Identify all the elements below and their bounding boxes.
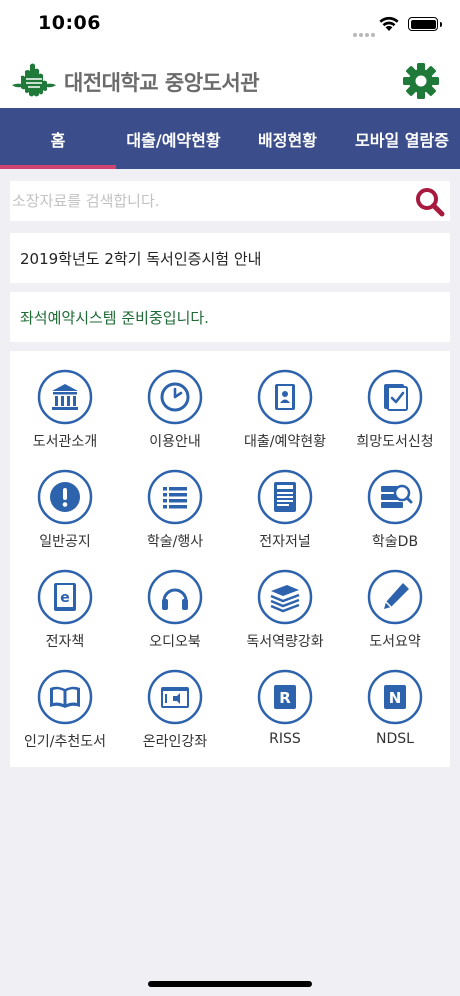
menu-riss[interactable]: R RISS <box>230 651 340 751</box>
menu-ebook[interactable]: e 전자책 <box>10 551 120 651</box>
ndsl-icon: N <box>367 669 423 725</box>
book-check-icon <box>367 369 423 425</box>
pen-icon <box>367 569 423 625</box>
wifi-icon <box>379 16 399 31</box>
menu-e-journal[interactable]: 전자저널 <box>230 451 340 551</box>
menu-label: 학술DB <box>371 534 419 550</box>
menu-usage-guide[interactable]: 이용안내 <box>120 351 230 451</box>
menu-label: 희망도서신청 <box>356 434 434 450</box>
menu-ndsl[interactable]: N NDSL <box>340 651 450 751</box>
app-title: 대전대학교 중앙도서관 <box>64 71 260 95</box>
menu-library-intro[interactable]: 도서관소개 <box>10 351 120 451</box>
ndsl-badge-letter: N <box>389 689 402 707</box>
ebook-icon: e <box>37 569 93 625</box>
menu-audiobook[interactable]: 오디오북 <box>120 551 230 651</box>
menu-grid: 도서관소개 이용안내 대출/예약현황 희망도서신청 일반공지 학술/행사 전자저… <box>10 351 450 767</box>
menu-popular-books[interactable]: 인기/추천도서 <box>10 651 120 751</box>
gear-icon[interactable] <box>402 62 440 100</box>
menu-label: 전자저널 <box>259 534 311 550</box>
headphones-icon <box>147 569 203 625</box>
menu-general-notice[interactable]: 일반공지 <box>10 451 120 551</box>
status-time: 10:06 <box>38 12 101 34</box>
open-book-icon <box>37 669 93 725</box>
signal-dots-icon <box>353 22 377 41</box>
tab-loan-reservation[interactable]: 대출/예약현황 <box>116 108 231 169</box>
video-player-icon <box>147 669 203 725</box>
notice-item[interactable]: 좌석예약시스템 준비중입니다. <box>10 292 450 342</box>
search-input[interactable] <box>10 181 400 221</box>
menu-label: 인기/추천도서 <box>24 734 106 750</box>
exclamation-icon <box>37 469 93 525</box>
menu-book-request[interactable]: 희망도서신청 <box>340 351 450 451</box>
menu-book-summary[interactable]: 도서요약 <box>340 551 450 651</box>
menu-loan-status[interactable]: 대출/예약현황 <box>230 351 340 451</box>
battery-icon <box>408 17 442 31</box>
notice-item[interactable]: 2019학년도 2학기 독서인증시험 안내 <box>10 233 450 283</box>
menu-label: 독서역량강화 <box>246 634 324 650</box>
menu-label: 도서관소개 <box>32 434 98 450</box>
menu-label: 학술/행사 <box>146 534 204 550</box>
riss-badge-letter: R <box>279 689 291 707</box>
tab-assignment[interactable]: 배정현황 <box>231 108 344 169</box>
menu-label: 오디오북 <box>149 634 201 650</box>
menu-online-lecture[interactable]: 온라인강좌 <box>120 651 230 751</box>
book-stack-icon <box>257 569 313 625</box>
journal-icon <box>257 469 313 525</box>
clock-icon <box>147 369 203 425</box>
menu-academic-events[interactable]: 학술/행사 <box>120 451 230 551</box>
university-logo-icon <box>12 63 56 97</box>
svg-text:e: e <box>60 590 70 606</box>
list-icon <box>147 469 203 525</box>
nav-tabs: 홈 대출/예약현황 배정현황 모바일 열람증 <box>0 108 460 169</box>
menu-label: RISS <box>269 731 301 747</box>
menu-label: 대출/예약현황 <box>244 434 326 450</box>
menu-label: 도서요약 <box>369 634 421 650</box>
menu-reading-competency[interactable]: 독서역량강화 <box>230 551 340 651</box>
tab-mobile-card[interactable]: 모바일 열람증 <box>344 108 460 169</box>
status-bar: 10:06 <box>0 0 460 50</box>
menu-label: 온라인강좌 <box>142 734 208 750</box>
menu-label: 일반공지 <box>39 534 91 550</box>
library-building-icon <box>37 369 93 425</box>
search-bar <box>10 181 450 221</box>
menu-label: 이용안내 <box>149 434 201 450</box>
riss-icon: R <box>257 669 313 725</box>
search-icon[interactable] <box>414 186 446 218</box>
menu-label: 전자책 <box>45 634 85 650</box>
menu-academic-db[interactable]: 학술DB <box>340 451 450 551</box>
tab-home[interactable]: 홈 <box>0 108 116 169</box>
database-search-icon <box>367 469 423 525</box>
book-user-icon <box>257 369 313 425</box>
menu-label: NDSL <box>376 731 414 747</box>
home-indicator[interactable] <box>148 981 312 987</box>
app-header: 대전대학교 중앙도서관 <box>0 50 460 108</box>
